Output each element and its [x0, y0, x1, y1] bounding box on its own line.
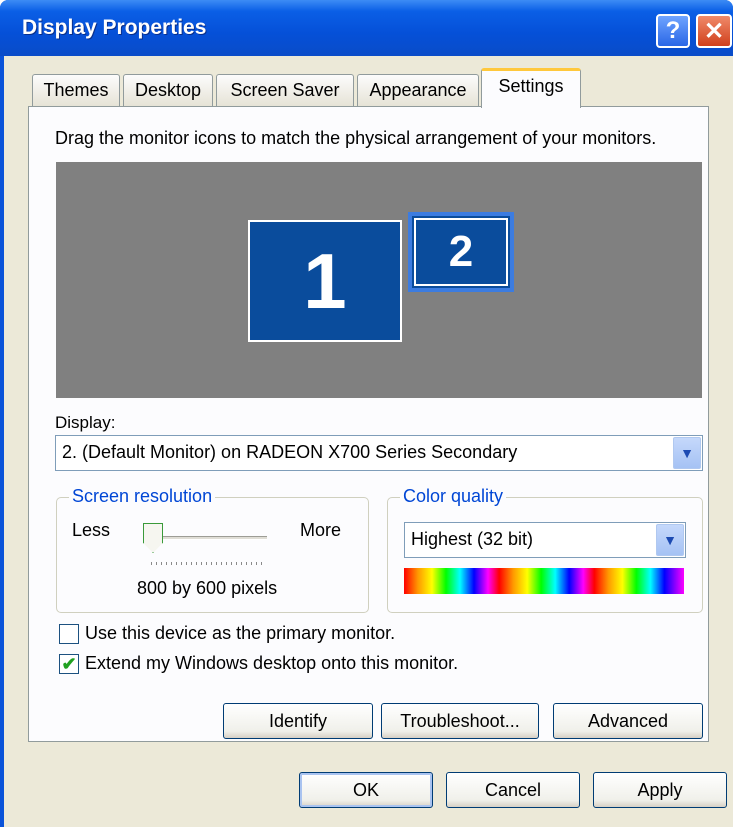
monitor-2-icon[interactable]: 2	[408, 212, 514, 292]
checkmark-icon: ✔	[61, 653, 77, 674]
slider-more-label: More	[300, 520, 342, 540]
primary-monitor-option[interactable]: Use this device as the primary monitor.	[59, 623, 395, 644]
tab-desktop[interactable]: Desktop	[123, 74, 213, 106]
extend-desktop-option[interactable]: ✔ Extend my Windows desktop onto this mo…	[59, 653, 458, 674]
color-quality-title: Color quality	[400, 486, 507, 507]
display-label: Display:	[55, 413, 116, 432]
instructions-text: Drag the monitor icons to match the phys…	[55, 128, 657, 148]
extend-desktop-label: Extend my Windows desktop onto this moni…	[85, 653, 459, 673]
color-quality-value: Highest (32 bit)	[411, 529, 534, 549]
close-button[interactable]: ✕	[696, 14, 732, 48]
color-spectrum-bar	[404, 568, 684, 594]
apply-button[interactable]: Apply	[593, 772, 727, 808]
display-dropdown[interactable]: 2. (Default Monitor) on RADEON X700 Seri…	[55, 435, 703, 471]
window-title: Display Properties	[22, 16, 207, 39]
ok-button[interactable]: OK	[299, 772, 433, 808]
resolution-slider-thumb[interactable]	[143, 523, 163, 553]
tab-appearance[interactable]: Appearance	[357, 74, 479, 106]
slider-ticks	[151, 562, 265, 565]
help-icon: ?	[665, 17, 681, 44]
dialog-client-area: Themes Desktop Screen Saver Appearance S…	[4, 56, 733, 827]
help-button[interactable]: ?	[656, 14, 690, 48]
troubleshoot-button[interactable]: Troubleshoot...	[381, 703, 539, 739]
color-quality-dropdown[interactable]: Highest (32 bit) ▼	[404, 522, 686, 558]
tab-screen-saver[interactable]: Screen Saver	[216, 74, 354, 106]
resolution-slider-track[interactable]	[151, 536, 267, 540]
identify-button[interactable]: Identify	[223, 703, 373, 739]
display-dropdown-value: 2. (Default Monitor) on RADEON X700 Seri…	[62, 442, 518, 462]
settings-panel: Drag the monitor icons to match the phys…	[28, 106, 709, 742]
title-bar[interactable]: Display Properties ? ✕	[0, 0, 733, 56]
tab-strip: Themes Desktop Screen Saver Appearance S…	[4, 56, 733, 108]
cancel-button[interactable]: Cancel	[446, 772, 580, 808]
extend-desktop-checkbox[interactable]: ✔	[59, 653, 79, 674]
color-quality-group: Color quality Highest (32 bit) ▼	[387, 486, 703, 613]
close-icon: ✕	[703, 17, 725, 45]
chevron-down-icon[interactable]: ▼	[673, 437, 701, 469]
primary-monitor-label: Use this device as the primary monitor.	[85, 623, 396, 643]
resolution-value: 800 by 600 pixels	[137, 578, 278, 598]
screen-resolution-group: Screen resolution Less More 800 by 600 p…	[56, 486, 369, 613]
advanced-button[interactable]: Advanced	[553, 703, 703, 739]
screen-resolution-title: Screen resolution	[69, 486, 216, 507]
monitor-1-icon[interactable]: 1	[248, 220, 402, 342]
monitor-arrangement-area: 1 2	[56, 162, 702, 398]
tab-settings[interactable]: Settings	[481, 68, 581, 108]
tab-themes[interactable]: Themes	[32, 74, 120, 106]
display-properties-window: Display Properties ? ✕ Themes Desktop Sc…	[0, 0, 733, 827]
slider-less-label: Less	[72, 520, 111, 540]
primary-monitor-checkbox[interactable]	[59, 623, 79, 644]
chevron-down-icon[interactable]: ▼	[656, 524, 684, 556]
